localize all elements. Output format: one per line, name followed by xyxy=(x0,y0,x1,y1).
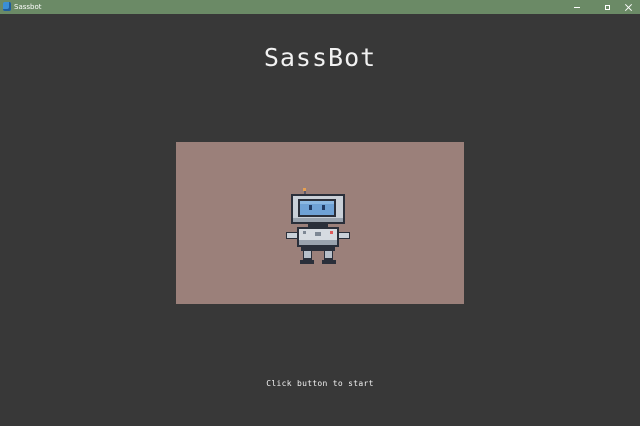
maximize-icon xyxy=(604,4,610,10)
minimize-button[interactable] xyxy=(562,0,592,14)
robot-stage[interactable] xyxy=(176,142,464,304)
robot-icon xyxy=(286,188,350,264)
minimize-icon xyxy=(574,6,580,8)
close-icon xyxy=(625,4,632,11)
title-bar[interactable]: Sassbot xyxy=(0,0,640,14)
start-hint: Click button to start xyxy=(266,379,374,388)
app-title: SassBot xyxy=(263,43,377,72)
app-window: Sassbot SassBot Click button to start xyxy=(0,0,640,426)
app-icon xyxy=(3,2,11,11)
window-title: Sassbot xyxy=(14,3,42,11)
close-button[interactable] xyxy=(616,0,640,14)
